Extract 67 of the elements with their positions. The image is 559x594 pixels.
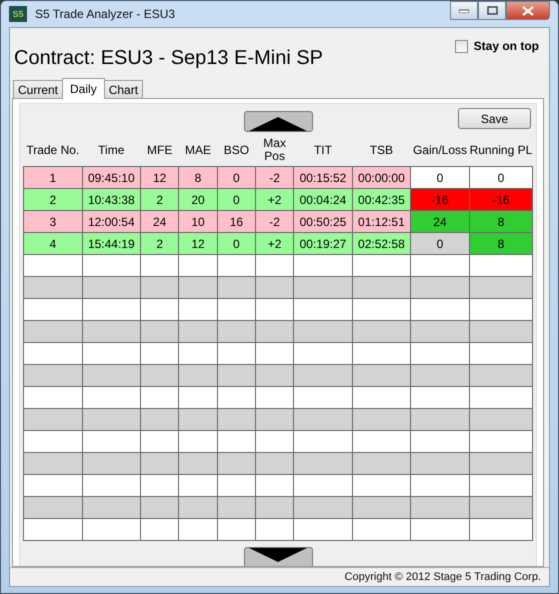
column-header: MFE: [140, 134, 179, 166]
table-cell: 2: [140, 188, 179, 210]
column-header: TIT: [294, 134, 352, 166]
table-cell: -16: [410, 188, 470, 210]
column-header: Running PL: [469, 134, 532, 166]
column-header: Gain/Loss: [410, 134, 470, 166]
window-title: S5 Trade Analyzer - ESU3: [35, 7, 176, 21]
stay-on-top-checkbox[interactable]: Stay on top: [454, 39, 539, 53]
table-cell: 1: [24, 166, 82, 188]
table-cell: 24: [410, 210, 470, 232]
table-cell: 12: [178, 232, 218, 254]
table-cell: 00:50:25: [294, 210, 352, 232]
table-cell: 2: [140, 232, 179, 254]
close-button[interactable]: [506, 1, 550, 20]
table-cell: 16: [217, 210, 256, 232]
table-cell: +2: [256, 232, 294, 254]
table-cell: 24: [140, 210, 179, 232]
tab[interactable]: Current: [13, 80, 64, 98]
table-cell: 02:52:58: [352, 232, 411, 254]
table-cell: 0: [410, 166, 470, 188]
table-cell: 0: [217, 188, 256, 210]
copyright-text: Copyright © 2012 Stage 5 Trading Corp.: [344, 571, 541, 583]
column-header: BSO: [217, 134, 256, 166]
table-cell: 00:15:52: [294, 166, 352, 188]
table-cell: 8: [469, 232, 532, 254]
save-button[interactable]: Save: [458, 108, 531, 129]
table-cell: 12:00:54: [82, 210, 141, 232]
table-cell: 00:42:35: [352, 188, 411, 210]
contract-heading: Contract: ESU3 - Sep13 E-Mini SP: [14, 47, 324, 70]
column-header: MAE: [178, 134, 218, 166]
table-cell: 8: [469, 210, 532, 232]
minimize-button[interactable]: [450, 1, 478, 20]
table-cell: -16: [469, 188, 532, 210]
table-cell: 4: [24, 232, 82, 254]
app-logo: S5: [9, 6, 27, 22]
table-cell: 0: [217, 166, 256, 188]
table-cell: 0: [410, 232, 470, 254]
tab[interactable]: Daily: [62, 78, 105, 99]
table-cell: 10:43:38: [82, 188, 141, 210]
table-cell: 20: [178, 188, 218, 210]
column-header: Time: [82, 134, 141, 166]
table-cell: 01:12:51: [352, 210, 411, 232]
column-header: Max Pos: [256, 134, 294, 166]
table-cell: 0: [217, 232, 256, 254]
table-cell: 00:19:27: [294, 232, 352, 254]
table-cell: 8: [178, 166, 218, 188]
table-cell: 12: [140, 166, 179, 188]
table-cell: 15:44:19: [82, 232, 141, 254]
column-header: Trade No.: [24, 134, 82, 166]
table-cell: 3: [24, 210, 82, 232]
table-cell: 2: [24, 188, 82, 210]
maximize-icon: [486, 6, 498, 15]
table-cell: -2: [256, 210, 294, 232]
table-cell: 00:04:24: [294, 188, 352, 210]
table-cell: 10: [178, 210, 218, 232]
table-cell: +2: [256, 188, 294, 210]
close-icon: [522, 6, 534, 16]
scroll-up-button[interactable]: [244, 111, 312, 132]
table-cell: 09:45:10: [82, 166, 141, 188]
table-cell: -2: [256, 166, 294, 188]
table-cell: 0: [469, 166, 532, 188]
scroll-down-button[interactable]: [244, 547, 312, 566]
minimize-icon: [459, 8, 469, 12]
table-cell: 00:00:00: [352, 166, 411, 188]
maximize-button[interactable]: [478, 1, 506, 20]
column-header: TSB: [352, 134, 411, 166]
tab[interactable]: Chart: [104, 80, 144, 98]
